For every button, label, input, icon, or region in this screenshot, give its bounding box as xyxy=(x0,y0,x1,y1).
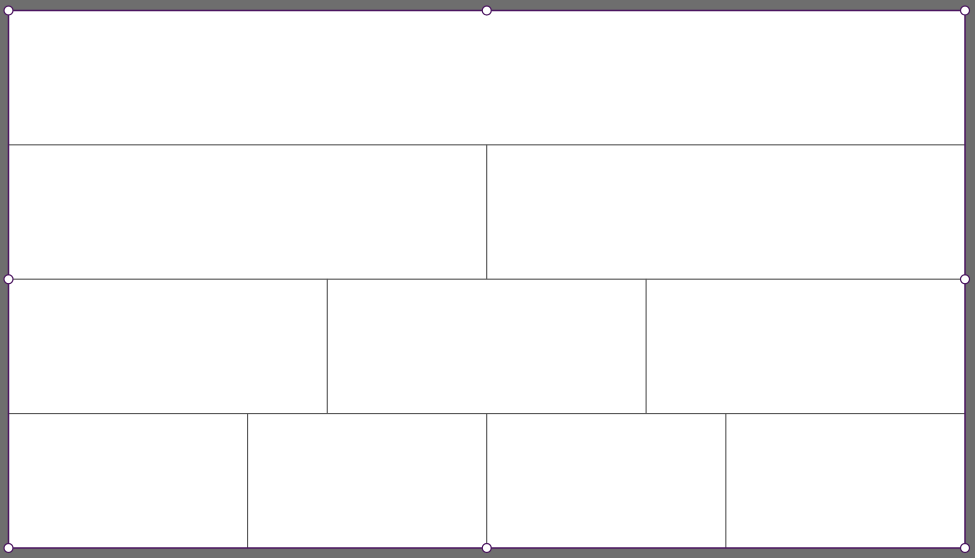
panel-grid xyxy=(8,10,966,549)
resize-handle-middle-left[interactable] xyxy=(3,274,14,285)
row-2-panel-2[interactable] xyxy=(486,144,966,280)
row-4-panel-4[interactable] xyxy=(725,413,966,549)
resize-handle-bottom-right[interactable] xyxy=(959,542,971,554)
row-4-panel-3[interactable] xyxy=(486,413,727,549)
resize-handle-top-left[interactable] xyxy=(3,5,14,16)
row-3-panel-1[interactable] xyxy=(8,278,328,415)
row-3-panel-3[interactable] xyxy=(645,278,966,415)
resize-handle-top-right[interactable] xyxy=(959,5,971,16)
resize-handle-middle-right[interactable] xyxy=(959,274,971,285)
resize-handle-top-center[interactable] xyxy=(481,5,492,16)
row-3-panel-2[interactable] xyxy=(326,278,647,415)
row-2-panel-1[interactable] xyxy=(8,144,488,280)
resize-handle-bottom-center[interactable] xyxy=(481,542,492,554)
resize-handle-bottom-left[interactable] xyxy=(3,542,14,554)
layout-canvas xyxy=(0,0,975,558)
row-1-panel-1[interactable] xyxy=(8,10,966,146)
row-4-panel-2[interactable] xyxy=(247,413,488,549)
row-4-panel-1[interactable] xyxy=(8,413,249,549)
